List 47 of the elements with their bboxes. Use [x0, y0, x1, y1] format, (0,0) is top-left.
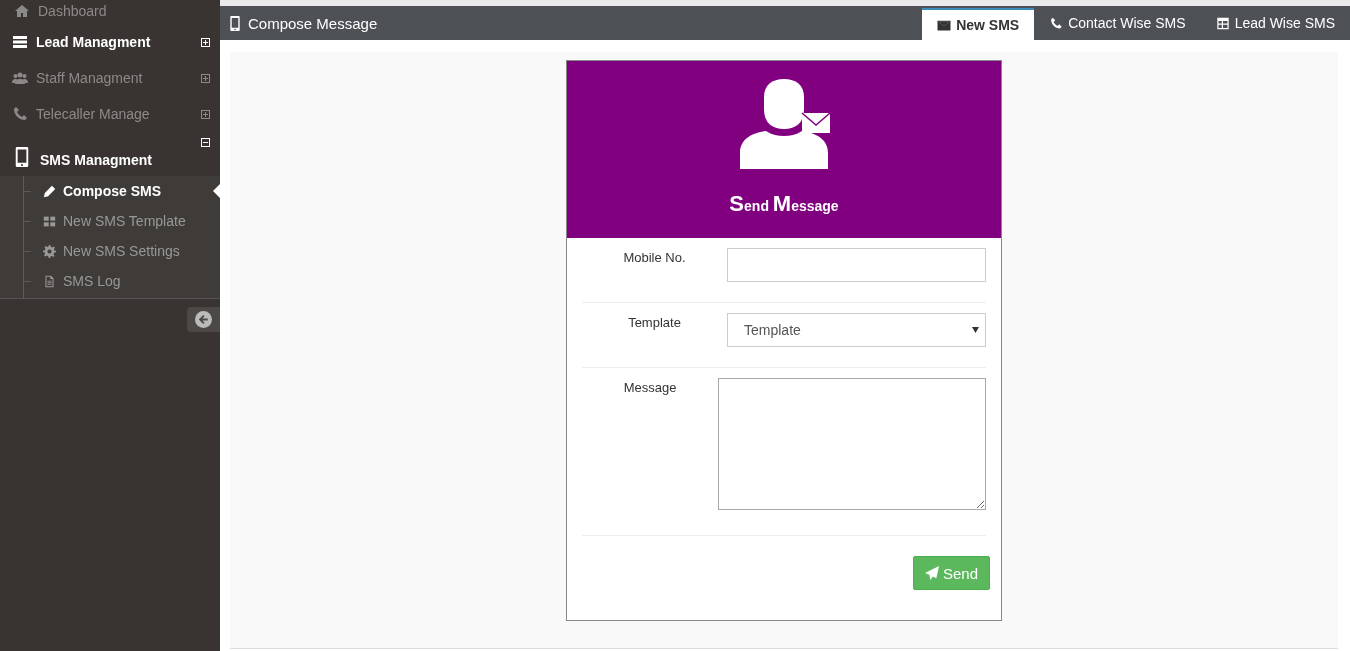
table-icon — [1215, 16, 1230, 30]
grid-icon — [43, 214, 56, 228]
sidebar-item-label: Telecaller Manage — [36, 106, 151, 122]
field-label: Mobile No. — [622, 249, 687, 267]
home-icon — [14, 3, 30, 19]
sidebar-item[interactable]: Staff Managment — [0, 60, 220, 96]
envelope-icon — [937, 18, 952, 32]
submenu-item-label: SMS Log — [63, 273, 121, 289]
sidebar-item[interactable]: Dashboard — [0, 0, 220, 24]
message-textarea[interactable] — [718, 378, 986, 510]
tab[interactable]: New SMS — [922, 8, 1035, 40]
phone-icon — [12, 106, 28, 122]
tab[interactable]: Lead Wise SMS — [1200, 6, 1350, 40]
dropdown-field[interactable]: Template — [727, 313, 986, 347]
submenu-item-label: New SMS Template — [63, 213, 186, 229]
dropdown-arrow-icon — [972, 327, 979, 333]
sidebar-item-label: Lead Managment — [36, 34, 152, 50]
active-pointer-icon — [213, 184, 220, 198]
phone-icon — [1049, 16, 1064, 30]
tab[interactable]: Contact Wise SMS — [1034, 6, 1201, 40]
gear-icon — [43, 244, 56, 258]
left-arrow-circle-icon — [195, 311, 212, 328]
field-label: Message — [622, 379, 678, 397]
field-label: Template — [627, 314, 682, 332]
paper-plane-icon — [924, 566, 939, 580]
collapse-icon[interactable] — [201, 138, 210, 147]
sidebar-item-label: Dashboard — [38, 3, 108, 19]
sidebar-item[interactable]: Telecaller Manage — [0, 96, 220, 132]
sidebar-item[interactable]: Lead Managment — [0, 24, 220, 60]
sidebar-item-label: SMS Managment — [40, 152, 153, 168]
pencil-icon — [43, 184, 56, 198]
submenu-item[interactable]: SMS Log — [22, 266, 220, 296]
sidebar-item[interactable]: SMS Managment — [0, 132, 220, 176]
collapse-sidebar-button[interactable] — [187, 307, 220, 332]
document-icon — [43, 274, 56, 288]
submenu-item-label: Compose SMS — [63, 183, 161, 199]
server-stack-icon — [12, 34, 28, 50]
submenu-item[interactable]: New SMS Template — [22, 206, 220, 236]
submenu-item[interactable]: New SMS Settings — [22, 236, 220, 266]
card-title: Send Message — [729, 191, 839, 217]
page-title: Compose Message — [248, 14, 378, 32]
input-field[interactable] — [727, 248, 986, 282]
submenu-item[interactable]: Compose SMS — [22, 176, 220, 206]
submenu-item-label: New SMS Settings — [63, 243, 180, 259]
mobile-phone-icon — [230, 15, 240, 31]
sidebar-item-label: Staff Managment — [36, 70, 144, 86]
users-icon — [12, 70, 28, 86]
